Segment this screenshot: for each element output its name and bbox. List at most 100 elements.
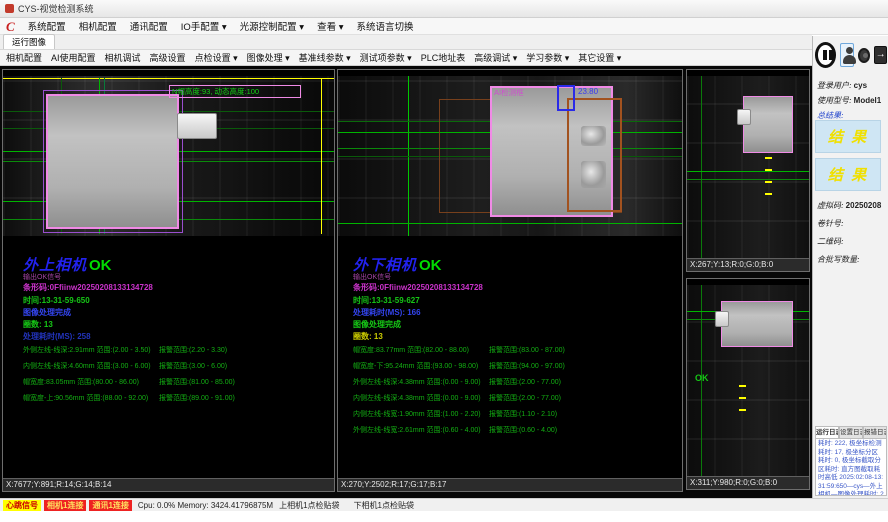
settings-circle-button[interactable] (858, 48, 870, 63)
measurement-row: 帽宽度-上:90.56mm 范围:(88.00 - 92.00) 报警范围:(89… (23, 393, 328, 409)
login-user-value: cys (854, 81, 867, 90)
pixel-status-readout: X:7677;Y:891;R:14;G:14;B:14 (3, 478, 334, 491)
menu-bar: C 系统配置相机配置通讯配置 IO手配置 ▾ 光源控制配置 ▾ 查看 ▾ 系统语言切换 (0, 18, 888, 35)
left-camera-viewport[interactable]: N帽高度:93, 动态高度:100 (3, 76, 334, 236)
tab-run-image[interactable]: 运行图像 (3, 34, 55, 49)
window-title: CYS-视觉检测系统 (18, 2, 94, 15)
product-region (721, 301, 793, 347)
green-guide-line (687, 179, 809, 180)
result-ok: OK (419, 257, 442, 274)
app-icon (5, 4, 14, 13)
batch-count-label: 合批写数量: (817, 255, 860, 264)
toolbar-item[interactable]: 高级调试 ▾ (474, 51, 517, 64)
yellow-reference-line (321, 78, 322, 234)
toolbar-item[interactable]: 点检设置 ▾ (195, 51, 238, 64)
qrcode-label: 二维码: (817, 237, 844, 246)
yellow-mark (765, 193, 772, 195)
measurement-alarm-range: 报警范围:(94.00 - 97.00) (489, 361, 565, 371)
toolbar-item[interactable]: 其它设置 ▾ (578, 51, 621, 64)
toolbar-item[interactable]: 测试项参数 ▾ (360, 51, 412, 64)
toolbar-item[interactable]: 学习参数 ▾ (526, 51, 569, 64)
toolbar: 相机配置 AI使用配置相机调试高级设置点检设置 ▾ 图像处理 ▾ 基准线参数 ▾ 测试项… (0, 50, 812, 66)
virtual-code-label: 虚拟码: (817, 201, 844, 210)
ai-detect-region (567, 98, 622, 212)
yellow-mark (765, 181, 772, 183)
measurement-alarm-range: 报警范围:(3.00 - 6.00) (159, 361, 227, 371)
menu-item[interactable]: IO手配置 ▾ (181, 19, 227, 33)
right-top-camera-panel: X:267;Y:13;R:0;G:0;B:0 (686, 69, 810, 272)
result-ok: OK (89, 257, 112, 274)
app-logo-icon: C (6, 20, 15, 33)
toolbar-item[interactable]: 基准线参数 ▾ (299, 51, 351, 64)
menu-item[interactable]: 系统配置 (28, 19, 66, 33)
process-elapsed: 处理耗时(MS): 258 (23, 331, 91, 342)
log-content[interactable]: 耗时: 222, 极坐标检测耗时: 17, 极坐标分区耗时: 0, 极坐标截取分… (815, 438, 887, 496)
log-tab[interactable]: 运行日志 (815, 426, 839, 438)
sidebar-buttons: → (815, 40, 887, 70)
measurement-value: 帽宽度-上:90.56mm 范围:(88.00 - 92.00) (23, 393, 148, 403)
measurement-row: 外侧左线-线宽:2.61mm 范围:(0.60 - 4.00)报警范围:(0.6… (353, 425, 673, 441)
model-label: 使用型号: (817, 96, 852, 105)
status-link: 上相机1点检贴袋 (279, 500, 339, 511)
yellow-mark (765, 169, 772, 171)
product-region (46, 94, 179, 229)
toolbar-item[interactable]: 相机调试 (105, 51, 141, 64)
right-sidebar: → 登录用户:cys 使用型号:Model1 总结果: 结 果 结 果 虚拟码:… (812, 36, 888, 498)
log-tab[interactable]: 报错日志 (863, 426, 887, 438)
toolbar-item[interactable]: 相机配置 (6, 51, 42, 64)
right-top-viewport[interactable] (687, 76, 809, 259)
measurement-alarm-range: 报警范围:(89.00 - 91.00) (159, 393, 235, 403)
measurement-row: 内侧左线-线深:4.38mm 范围:(0.00 - 9.00)报警范围:(2.0… (353, 393, 673, 409)
pixel-status-readout: X:267;Y:13;R:0;G:0;B:0 (687, 258, 809, 271)
exit-button[interactable]: → (874, 46, 887, 64)
middle-camera-viewport[interactable]: 23.80 AI检测框 (338, 76, 682, 236)
measurement-alarm-range: 报警范围:(0.60 - 4.00) (489, 425, 557, 435)
measurement-alarm-range: 报警范围:(83.00 - 87.00) (489, 345, 565, 355)
measurement-row: 帽宽度:83.05mm 范围:(80.00 - 86.00) 报警范围:(81.0… (23, 377, 328, 393)
virtual-code-row: 虚拟码:20250208 (817, 200, 881, 211)
log-tabs: 运行日志设置日志报错日志 (815, 426, 887, 438)
pause-button[interactable] (815, 42, 836, 68)
login-user-label: 登录用户: (817, 81, 852, 90)
yellow-reference-line (3, 78, 334, 79)
toolbar-item[interactable]: PLC地址表 (421, 51, 466, 64)
user-button[interactable] (840, 43, 854, 67)
log-tab[interactable]: 设置日志 (839, 426, 863, 438)
menu-item[interactable]: 通讯配置 (130, 19, 168, 33)
measure-marker-value: 23.80 (578, 87, 598, 96)
result-box-2: 结 果 (815, 158, 881, 191)
yellow-mark (739, 397, 746, 399)
menu-item[interactable]: 相机配置 (79, 19, 117, 33)
toolbar-item[interactable]: 图像处理 ▾ (247, 51, 290, 64)
qrcode-row: 二维码: (817, 236, 844, 247)
turn-count: 圈数: 13 (23, 319, 53, 330)
toolbar-item[interactable]: AI使用配置 (51, 51, 96, 64)
measurement-value: 帽宽度:83.77mm 范围:(82.00 - 88.00) (353, 345, 469, 355)
menu-item[interactable]: 查看 ▾ (317, 19, 343, 33)
process-elapsed: 处理耗时(MS): 166 (353, 307, 421, 318)
pixel-status-readout: X:311;Y:980;R:0;G:0;B:0 (687, 476, 809, 489)
measurement-row: 帽宽度-下:95.24mm 范围:(93.00 - 98.00)报警范围:(94… (353, 361, 673, 377)
toolbar-item[interactable]: 高级设置 (150, 51, 186, 64)
yellow-mark (739, 409, 746, 411)
measurement-value: 帽宽度:83.05mm 范围:(80.00 - 86.00) (23, 377, 139, 387)
status-badge: 通讯1连接 (89, 500, 131, 511)
right-bottom-viewport[interactable]: OK (687, 285, 809, 477)
measurement-alarm-range: 报警范围:(81.00 - 85.00) (159, 377, 235, 387)
process-status: 图像处理完成 (23, 307, 71, 318)
menu-item[interactable]: 光源控制配置 ▾ (240, 19, 304, 33)
measurement-value: 内侧左线-线深:4.60mm 范围:(3.00 - 6.00) (23, 361, 151, 371)
measurement-row: 帽宽度:83.77mm 范围:(82.00 - 88.00) 报警范围:(83.0… (353, 345, 673, 361)
cpu-memory-readout: Cpu: 0.0% Memory: 3424.41796875M (138, 501, 273, 510)
pixel-status-readout: X:270;Y:2502;R:17;G:17;B:17 (338, 478, 682, 491)
virtual-code-value: 20250208 (846, 201, 882, 210)
main-area: N帽高度:93, 动态高度:100 外上相机OK 输出OK信号 条形码:0Ffi… (0, 66, 812, 498)
menu-item[interactable]: 系统语言切换 (357, 19, 414, 33)
right-bottom-camera-panel: OK X:311;Y:980;R:0;G:0;B:0 (686, 278, 810, 490)
menu-items: 系统配置相机配置通讯配置 IO手配置 ▾ 光源控制配置 ▾ 查看 ▾ 系统语言切换 (28, 19, 414, 33)
output-signal-status: 输出OK信号 (23, 272, 61, 282)
barcode-text: 条形码:0Ffiinw20250208133134728 (23, 282, 153, 293)
measurement-value: 外侧左线-线深:2.91mm 范围:(2.00 - 3.50) (23, 345, 151, 355)
status-link: 下相机1点检贴袋 (354, 500, 414, 511)
green-guide-line (687, 171, 809, 172)
